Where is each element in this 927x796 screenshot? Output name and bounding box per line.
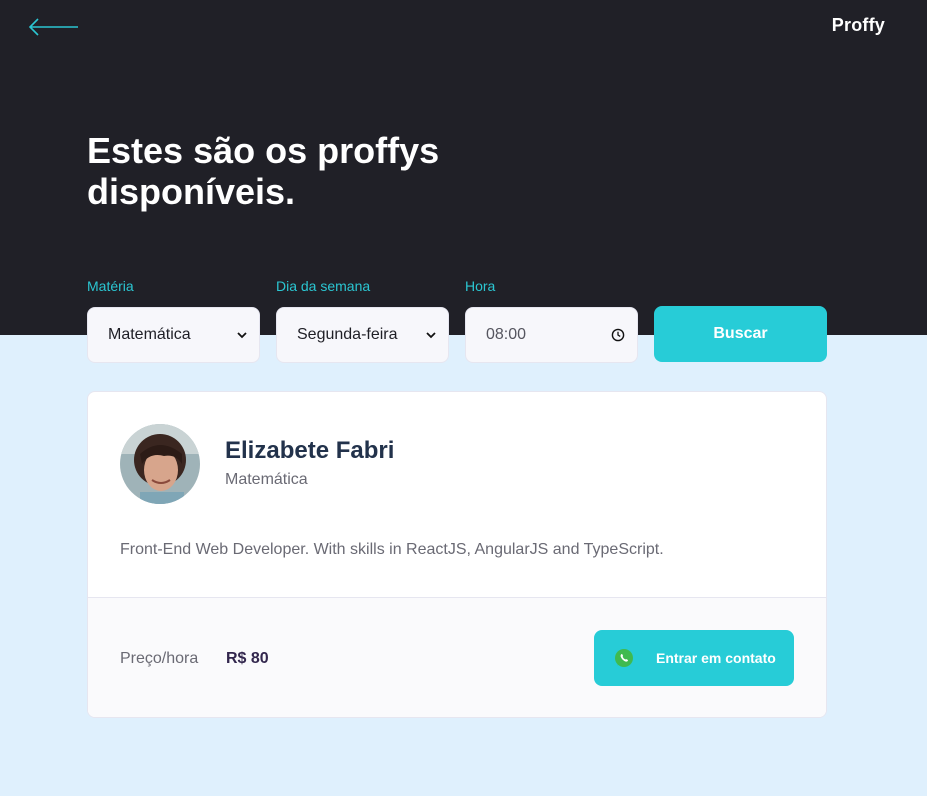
time-input[interactable]: 08:00: [465, 307, 638, 363]
card-footer: Preço/hora R$ 80 Entrar em contato: [88, 597, 826, 717]
teacher-card: Elizabete Fabri Matemática Front-End Web…: [87, 391, 827, 718]
contact-button[interactable]: Entrar em contato: [594, 630, 794, 686]
clock-icon[interactable]: [611, 328, 625, 342]
weekday-filter-label: Dia da semana: [276, 278, 371, 294]
search-button[interactable]: Buscar: [654, 306, 827, 362]
chevron-down-icon: [237, 332, 247, 339]
logo: Proffy: [831, 15, 885, 35]
whatsapp-icon: [615, 649, 633, 667]
price-label: Preço/hora: [120, 650, 199, 667]
time-filter: Hora 08:00: [465, 278, 638, 363]
teacher-bio: Front-End Web Developer. With skills in …: [120, 541, 664, 558]
subject-select-value: Matemática: [108, 326, 191, 343]
avatar: [120, 424, 200, 504]
subject-select[interactable]: Matemática: [87, 307, 260, 363]
chevron-down-icon: [426, 332, 436, 339]
weekday-filter: Dia da semana Segunda-feira: [276, 278, 449, 363]
arrow-left-icon[interactable]: [28, 16, 80, 38]
weekday-select[interactable]: Segunda-feira: [276, 307, 449, 363]
teacher-name: Elizabete Fabri: [225, 437, 395, 464]
contact-button-label: Entrar em contato: [656, 650, 776, 666]
teacher-subject: Matemática: [225, 471, 308, 488]
time-filter-label: Hora: [465, 278, 496, 294]
price-value: R$ 80: [226, 650, 269, 667]
subject-filter: Matéria Matemática: [87, 278, 260, 363]
time-input-value: 08:00: [486, 326, 527, 343]
subject-filter-label: Matéria: [87, 278, 134, 294]
weekday-select-value: Segunda-feira: [297, 326, 398, 343]
page-title: Estes são os proffys disponíveis.: [87, 130, 440, 212]
